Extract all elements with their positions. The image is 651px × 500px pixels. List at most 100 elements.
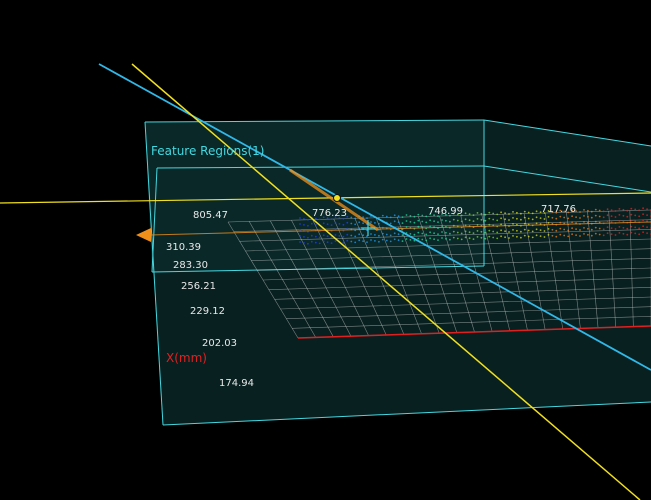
cloud-point [559, 233, 562, 236]
cloud-point [520, 230, 522, 233]
cloud-point [397, 239, 400, 242]
cloud-point [646, 208, 648, 211]
cloud-point [468, 213, 471, 216]
cloud-point [488, 217, 491, 220]
cloud-point [346, 221, 349, 224]
cloud-point [622, 226, 625, 229]
cloud-point [500, 211, 502, 214]
cloud-point [547, 228, 550, 230]
cloud-point [579, 211, 581, 213]
cloud-point [516, 229, 518, 232]
cloud-point [496, 237, 499, 240]
3d-viewport[interactable]: Feature Regions(1) 805.47 776.23 746.99 … [0, 0, 651, 500]
side-axis-tick: 310.39 [166, 242, 201, 253]
cloud-point [322, 240, 325, 243]
cloud-point [307, 236, 309, 239]
cloud-point [531, 212, 534, 215]
cloud-point [512, 235, 514, 237]
cloud-point [606, 226, 609, 229]
cloud-point [366, 241, 368, 244]
cloud-point [401, 234, 404, 237]
cloud-point [322, 234, 325, 237]
cloud-point [366, 217, 368, 220]
left-arrow-triangle-icon[interactable] [136, 228, 151, 242]
cloud-point [606, 208, 609, 211]
cloud-point [516, 211, 518, 214]
cloud-point [417, 213, 420, 216]
cloud-point [512, 211, 514, 213]
cloud-point [484, 231, 487, 234]
cloud-point [563, 216, 566, 219]
cloud-point [512, 229, 514, 231]
cloud-point [614, 234, 617, 236]
cloud-point [441, 237, 443, 239]
cloud-point [555, 235, 558, 238]
cloud-point [618, 208, 621, 210]
cloud-point [500, 217, 502, 220]
cloud-point [500, 235, 502, 238]
cloud-point [464, 230, 467, 233]
cloud-point [602, 216, 605, 219]
cloud-point [374, 234, 376, 236]
cloud-point [583, 227, 585, 229]
cloud-point [452, 236, 455, 239]
cloud-point [362, 240, 364, 243]
cloud-point [429, 237, 431, 240]
cloud-point [638, 209, 641, 212]
cloud-point [571, 233, 573, 236]
cloud-point [310, 222, 313, 225]
cloud-point [559, 221, 562, 224]
cloud-point [527, 235, 530, 238]
cloud-point [433, 232, 435, 235]
cloud-point [520, 218, 522, 221]
cloud-point [433, 220, 435, 223]
intersection-point[interactable] [333, 194, 341, 202]
cloud-point [445, 231, 447, 234]
cloud-point [547, 222, 550, 224]
cloud-point [389, 216, 392, 219]
cloud-point [421, 214, 424, 217]
cloud-point [598, 209, 601, 212]
cloud-point [488, 223, 491, 226]
cloud-point [417, 219, 420, 222]
cloud-point [318, 242, 321, 245]
cloud-point [590, 210, 593, 213]
cloud-point [445, 219, 447, 222]
cloud-point [460, 238, 463, 241]
cloud-point [397, 221, 400, 224]
cloud-point [350, 240, 353, 243]
cloud-point [409, 239, 412, 241]
cloud-point [622, 208, 625, 211]
cloud-point [476, 224, 479, 226]
cloud-point [563, 228, 566, 231]
cloud-point [307, 224, 309, 227]
cloud-point [614, 210, 617, 212]
cloud-point [433, 238, 435, 241]
cloud-point [539, 229, 542, 232]
cloud-point [543, 236, 546, 238]
feature-regions-label[interactable]: Feature Regions(1) [151, 144, 265, 158]
cloud-point [492, 236, 495, 239]
cloud-point [421, 220, 424, 223]
cloud-point [523, 216, 526, 219]
cloud-point [504, 236, 506, 239]
x-axis-title: X(mm) [166, 351, 207, 365]
cloud-point [630, 213, 633, 216]
cloud-point [381, 226, 384, 229]
cloud-point [437, 239, 439, 242]
cloud-point [468, 237, 471, 240]
cloud-point [405, 214, 408, 216]
cloud-point [614, 216, 617, 218]
cloud-point [484, 219, 487, 222]
cloud-point [397, 233, 400, 236]
cloud-point [342, 223, 345, 226]
cloud-point [594, 226, 597, 229]
cloud-point [480, 236, 483, 239]
cloud-point [358, 233, 361, 236]
cloud-point [342, 235, 345, 238]
cloud-point [441, 231, 443, 233]
cloud-point [535, 210, 538, 213]
cloud-point [594, 232, 597, 235]
cloud-point [567, 229, 570, 232]
cloud-point [334, 240, 337, 242]
